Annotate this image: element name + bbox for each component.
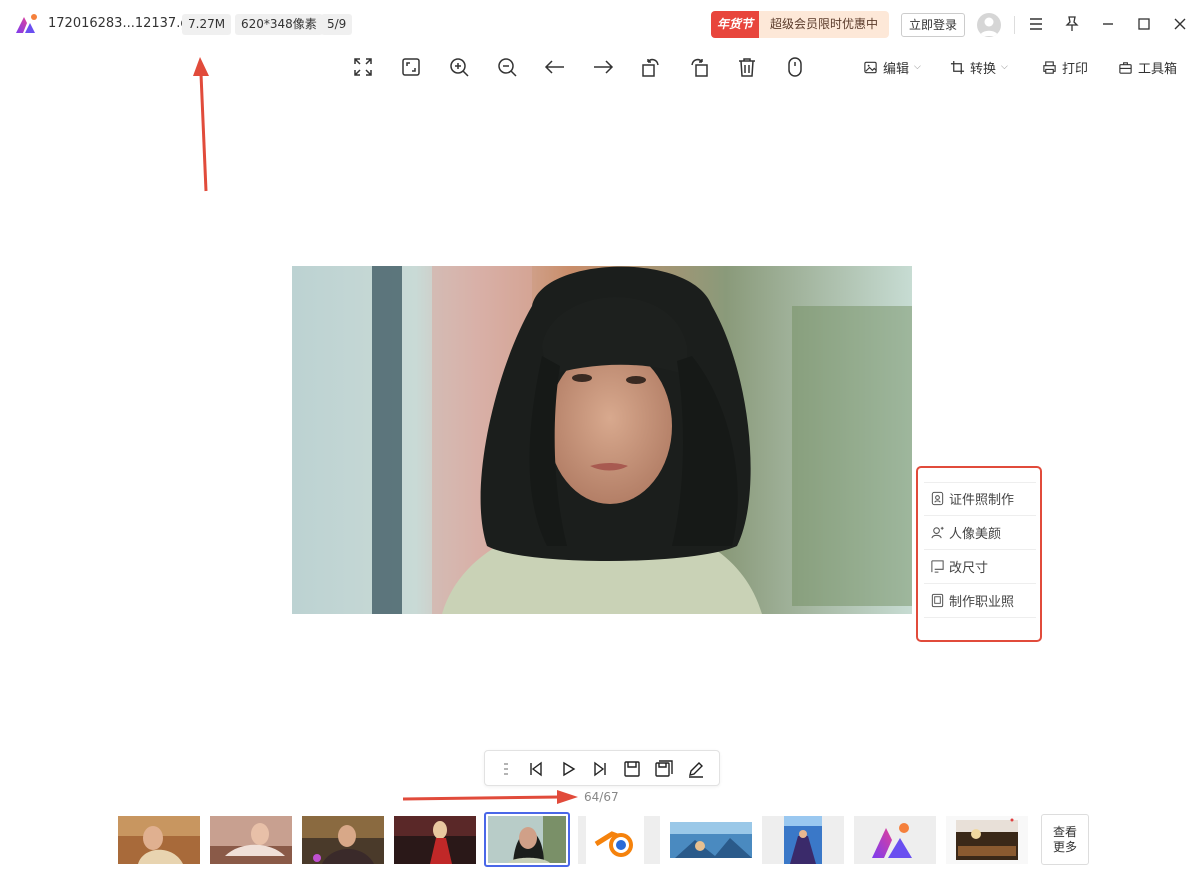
view-more-label-2: 更多 — [1052, 840, 1077, 854]
minimize-icon[interactable] — [1098, 14, 1118, 34]
annotation-arrow-up — [193, 57, 209, 192]
zoom-out-icon[interactable] — [495, 55, 519, 79]
image-viewer-window: 172016283...12137.gif 7.27M 620*348像素 5/… — [0, 0, 1204, 887]
print-label: 打印 — [1062, 61, 1089, 77]
zoom-in-icon[interactable] — [447, 55, 471, 79]
edit-pen-icon[interactable] — [686, 759, 706, 779]
list-icon[interactable] — [497, 759, 517, 779]
toolbox-button[interactable]: 工具箱 — [1118, 57, 1177, 77]
mouse-icon[interactable] — [783, 55, 807, 79]
promo-text: 超级会员限时优惠中 — [759, 11, 889, 38]
crop-icon — [950, 60, 965, 74]
chevron-down-icon: ⌵ — [1001, 62, 1008, 72]
gif-playback-bar — [484, 750, 720, 786]
main-image-preview[interactable] — [292, 266, 912, 614]
professional-photo-item[interactable]: 制作职业照 — [924, 585, 1032, 615]
file-size-badge: 7.27M — [182, 14, 232, 35]
thumbnail[interactable] — [302, 816, 384, 864]
printer-icon — [1043, 60, 1056, 74]
print-button[interactable]: 打印 — [1042, 57, 1088, 77]
portrait-beauty-icon — [931, 526, 944, 538]
thumbnail[interactable] — [394, 816, 476, 864]
id-photo-label: 证件照制作 — [949, 492, 1015, 508]
toolbox-icon — [1119, 61, 1132, 74]
skip-back-icon[interactable] — [526, 759, 546, 779]
image-edit-icon — [864, 61, 877, 73]
title-bar: 172016283...12137.gif 7.27M 620*348像素 5/… — [0, 0, 1204, 48]
thumbnail[interactable] — [670, 816, 752, 864]
annotation-arrow-right — [402, 790, 578, 804]
rotate-left-icon[interactable] — [639, 55, 663, 79]
portrait-image — [292, 266, 912, 614]
thumbnail[interactable] — [854, 816, 936, 864]
portrait-beauty-label: 人像美颜 — [949, 526, 1002, 542]
file-name: 172016283...12137.gif — [48, 16, 197, 31]
play-icon[interactable] — [558, 759, 578, 779]
rotate-right-icon[interactable] — [687, 55, 711, 79]
promo-tag: 年货节 — [711, 11, 759, 38]
professional-photo-label: 制作职业照 — [949, 594, 1015, 610]
edit-label: 编辑 — [883, 61, 910, 77]
title-divider — [1014, 16, 1015, 34]
convert-menu[interactable]: 转换 ⌵ — [950, 57, 1008, 77]
next-arrow-icon[interactable] — [591, 55, 615, 79]
thumbnail[interactable] — [210, 816, 292, 864]
resize-icon — [931, 559, 944, 573]
convert-label: 转换 — [970, 61, 997, 77]
professional-photo-icon — [931, 593, 944, 607]
divider — [924, 549, 1036, 550]
view-more-button[interactable]: 查看 更多 — [1041, 814, 1089, 865]
menu-icon[interactable] — [1026, 14, 1046, 34]
promo-banner[interactable]: 年货节 超级会员限时优惠中 — [711, 11, 889, 38]
thumbnail[interactable] — [762, 816, 844, 864]
close-icon[interactable] — [1170, 14, 1190, 34]
app-logo-icon — [16, 14, 37, 33]
delete-icon[interactable] — [735, 55, 759, 79]
portrait-beauty-item[interactable]: 人像美颜 — [924, 517, 1032, 547]
expand-icon[interactable] — [351, 55, 375, 79]
save-all-frames-icon[interactable] — [654, 759, 674, 779]
id-photo-item[interactable]: 证件照制作 — [924, 483, 1032, 513]
thumbnail-selected[interactable] — [484, 812, 570, 867]
divider — [924, 515, 1036, 516]
frame-counter: 64/67 — [584, 790, 619, 804]
quick-tools-panel: 证件照制作 人像美颜 改尺寸 制作职业照 — [916, 466, 1042, 642]
chevron-down-icon: ⌵ — [914, 62, 921, 72]
skip-forward-icon[interactable] — [590, 759, 610, 779]
divider — [924, 583, 1036, 584]
user-avatar-icon — [980, 17, 998, 36]
fit-screen-icon[interactable] — [399, 55, 423, 79]
image-position-badge: 5/9 — [321, 14, 353, 35]
pin-icon[interactable] — [1062, 14, 1082, 34]
save-frame-icon[interactable] — [622, 759, 642, 779]
view-more-label-1: 查看 — [1052, 825, 1077, 839]
resize-item[interactable]: 改尺寸 — [924, 551, 1032, 581]
id-photo-icon — [931, 491, 944, 505]
toolbox-label: 工具箱 — [1138, 61, 1178, 77]
maximize-icon[interactable] — [1134, 14, 1154, 34]
dimensions-badge: 620*348像素 — [235, 14, 323, 35]
previous-arrow-icon[interactable] — [543, 55, 567, 79]
divider — [924, 617, 1036, 618]
thumbnail[interactable] — [118, 816, 200, 864]
thumbnail[interactable] — [946, 816, 1028, 864]
resize-label: 改尺寸 — [949, 560, 989, 576]
login-button[interactable]: 立即登录 — [901, 13, 965, 37]
avatar[interactable] — [977, 13, 1001, 37]
edit-menu[interactable]: 编辑 ⌵ — [863, 57, 921, 77]
thumbnail[interactable] — [578, 816, 660, 864]
